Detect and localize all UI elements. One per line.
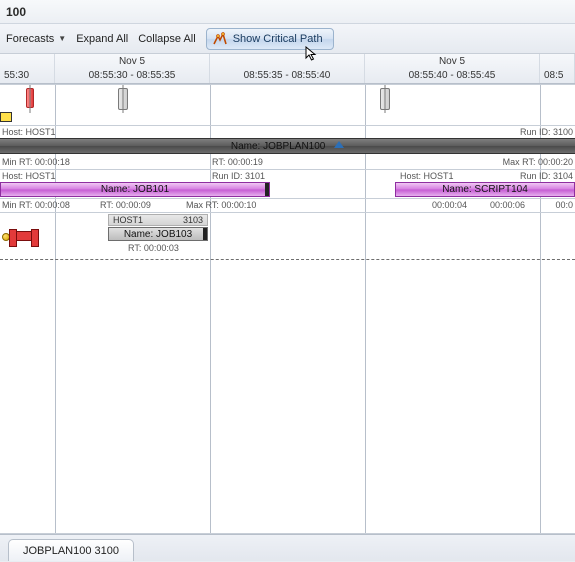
rt: RT: 00:00:09: [100, 200, 151, 210]
rt-val: 00:0: [555, 200, 573, 210]
rt-val: 00:00:06: [490, 200, 525, 210]
expand-all-button[interactable]: Expand All: [76, 33, 128, 45]
runid-label: Run ID: 3100: [520, 127, 573, 137]
task-label: Name: JOB101: [101, 184, 169, 195]
time-col-2-range: 08:55:35 - 08:55:40: [244, 69, 331, 83]
collapse-up-icon[interactable]: [334, 141, 344, 148]
task-script104[interactable]: Name: SCRIPT104: [395, 182, 575, 197]
runid-label: Run ID: 3104: [520, 171, 573, 181]
rt-val: 00:00:04: [432, 200, 467, 210]
marker[interactable]: [380, 88, 390, 110]
critical-path-label: Show Critical Path: [233, 33, 323, 45]
jobplan-label: Name: JOBPLAN100: [231, 141, 326, 152]
marker[interactable]: [118, 88, 128, 110]
window-title: 100: [0, 0, 575, 24]
time-col-4: 08:5: [540, 54, 575, 83]
jobplan-bar[interactable]: Name: JOBPLAN100: [0, 138, 575, 154]
time-col-0: 55:30: [0, 54, 55, 83]
timeline-header: 55:30 Nov 5 08:55:30 - 08:55:35 08:55:35…: [0, 54, 575, 84]
task-endcap: [203, 227, 208, 241]
critical-path-icon: [213, 32, 227, 46]
tab-strip: JOBPLAN100 3100: [0, 534, 575, 561]
task-endcap: [265, 182, 270, 197]
time-col-3: Nov 5 08:55:40 - 08:55:45: [365, 54, 540, 83]
time-col-1-range: 08:55:30 - 08:55:35: [89, 69, 176, 83]
dashed-divider: [0, 259, 575, 260]
milestone-icon[interactable]: [12, 231, 36, 241]
row-divider: [0, 198, 575, 199]
task-job101[interactable]: Name: JOB101: [0, 182, 270, 197]
collapse-all-button[interactable]: Collapse All: [138, 33, 195, 45]
flag-icon[interactable]: [0, 112, 12, 122]
min-rt: Min RT: 00:00:18: [2, 157, 70, 167]
subhead-run: 3103: [183, 215, 203, 226]
marker-red[interactable]: [26, 88, 34, 108]
row-divider: [0, 84, 575, 85]
row-divider: [0, 169, 575, 170]
toolbar: Forecasts ▼ Expand All Collapse All Show…: [0, 24, 575, 54]
subhead-host: HOST1: [113, 215, 143, 226]
forecasts-label: Forecasts: [6, 33, 54, 45]
time-col-4-range: 08:5: [544, 69, 563, 83]
time-col-1: Nov 5 08:55:30 - 08:55:35: [55, 54, 210, 83]
time-col-0-range: 55:30: [4, 69, 29, 83]
host-label: Host: HOST1: [400, 171, 454, 181]
tab-jobplan[interactable]: JOBPLAN100 3100: [8, 539, 134, 561]
time-col-2: 08:55:35 - 08:55:40: [210, 54, 365, 83]
runid-label: Run ID: 3101: [212, 171, 265, 181]
host-label: Host: HOST1: [2, 171, 56, 181]
task-job103[interactable]: Name: JOB103: [108, 227, 208, 241]
min-rt: Min RT: 00:00:08: [2, 200, 70, 210]
forecasts-menu[interactable]: Forecasts ▼: [6, 33, 66, 45]
gantt-area[interactable]: Host: HOST1 Run ID: 3100 Name: JOBPLAN10…: [0, 84, 575, 534]
show-critical-path-button[interactable]: Show Critical Path: [206, 28, 334, 50]
job103-subhead: HOST1 3103: [108, 214, 208, 226]
task-label: Name: SCRIPT104: [442, 184, 528, 195]
row-divider: [0, 212, 575, 213]
time-col-3-range: 08:55:40 - 08:55:45: [409, 69, 496, 83]
rt: RT: 00:00:19: [212, 157, 263, 167]
row-divider: [0, 125, 575, 126]
rt: RT: 00:00:03: [128, 243, 179, 253]
caret-down-icon: ▼: [58, 34, 66, 43]
task-label: Name: JOB103: [124, 229, 192, 240]
host-label: Host: HOST1: [2, 127, 56, 137]
time-col-1-date: Nov 5: [119, 55, 145, 69]
max-rt: Max RT: 00:00:10: [186, 200, 256, 210]
time-col-3-date: Nov 5: [439, 55, 465, 69]
max-rt: Max RT: 00:00:20: [503, 157, 573, 167]
